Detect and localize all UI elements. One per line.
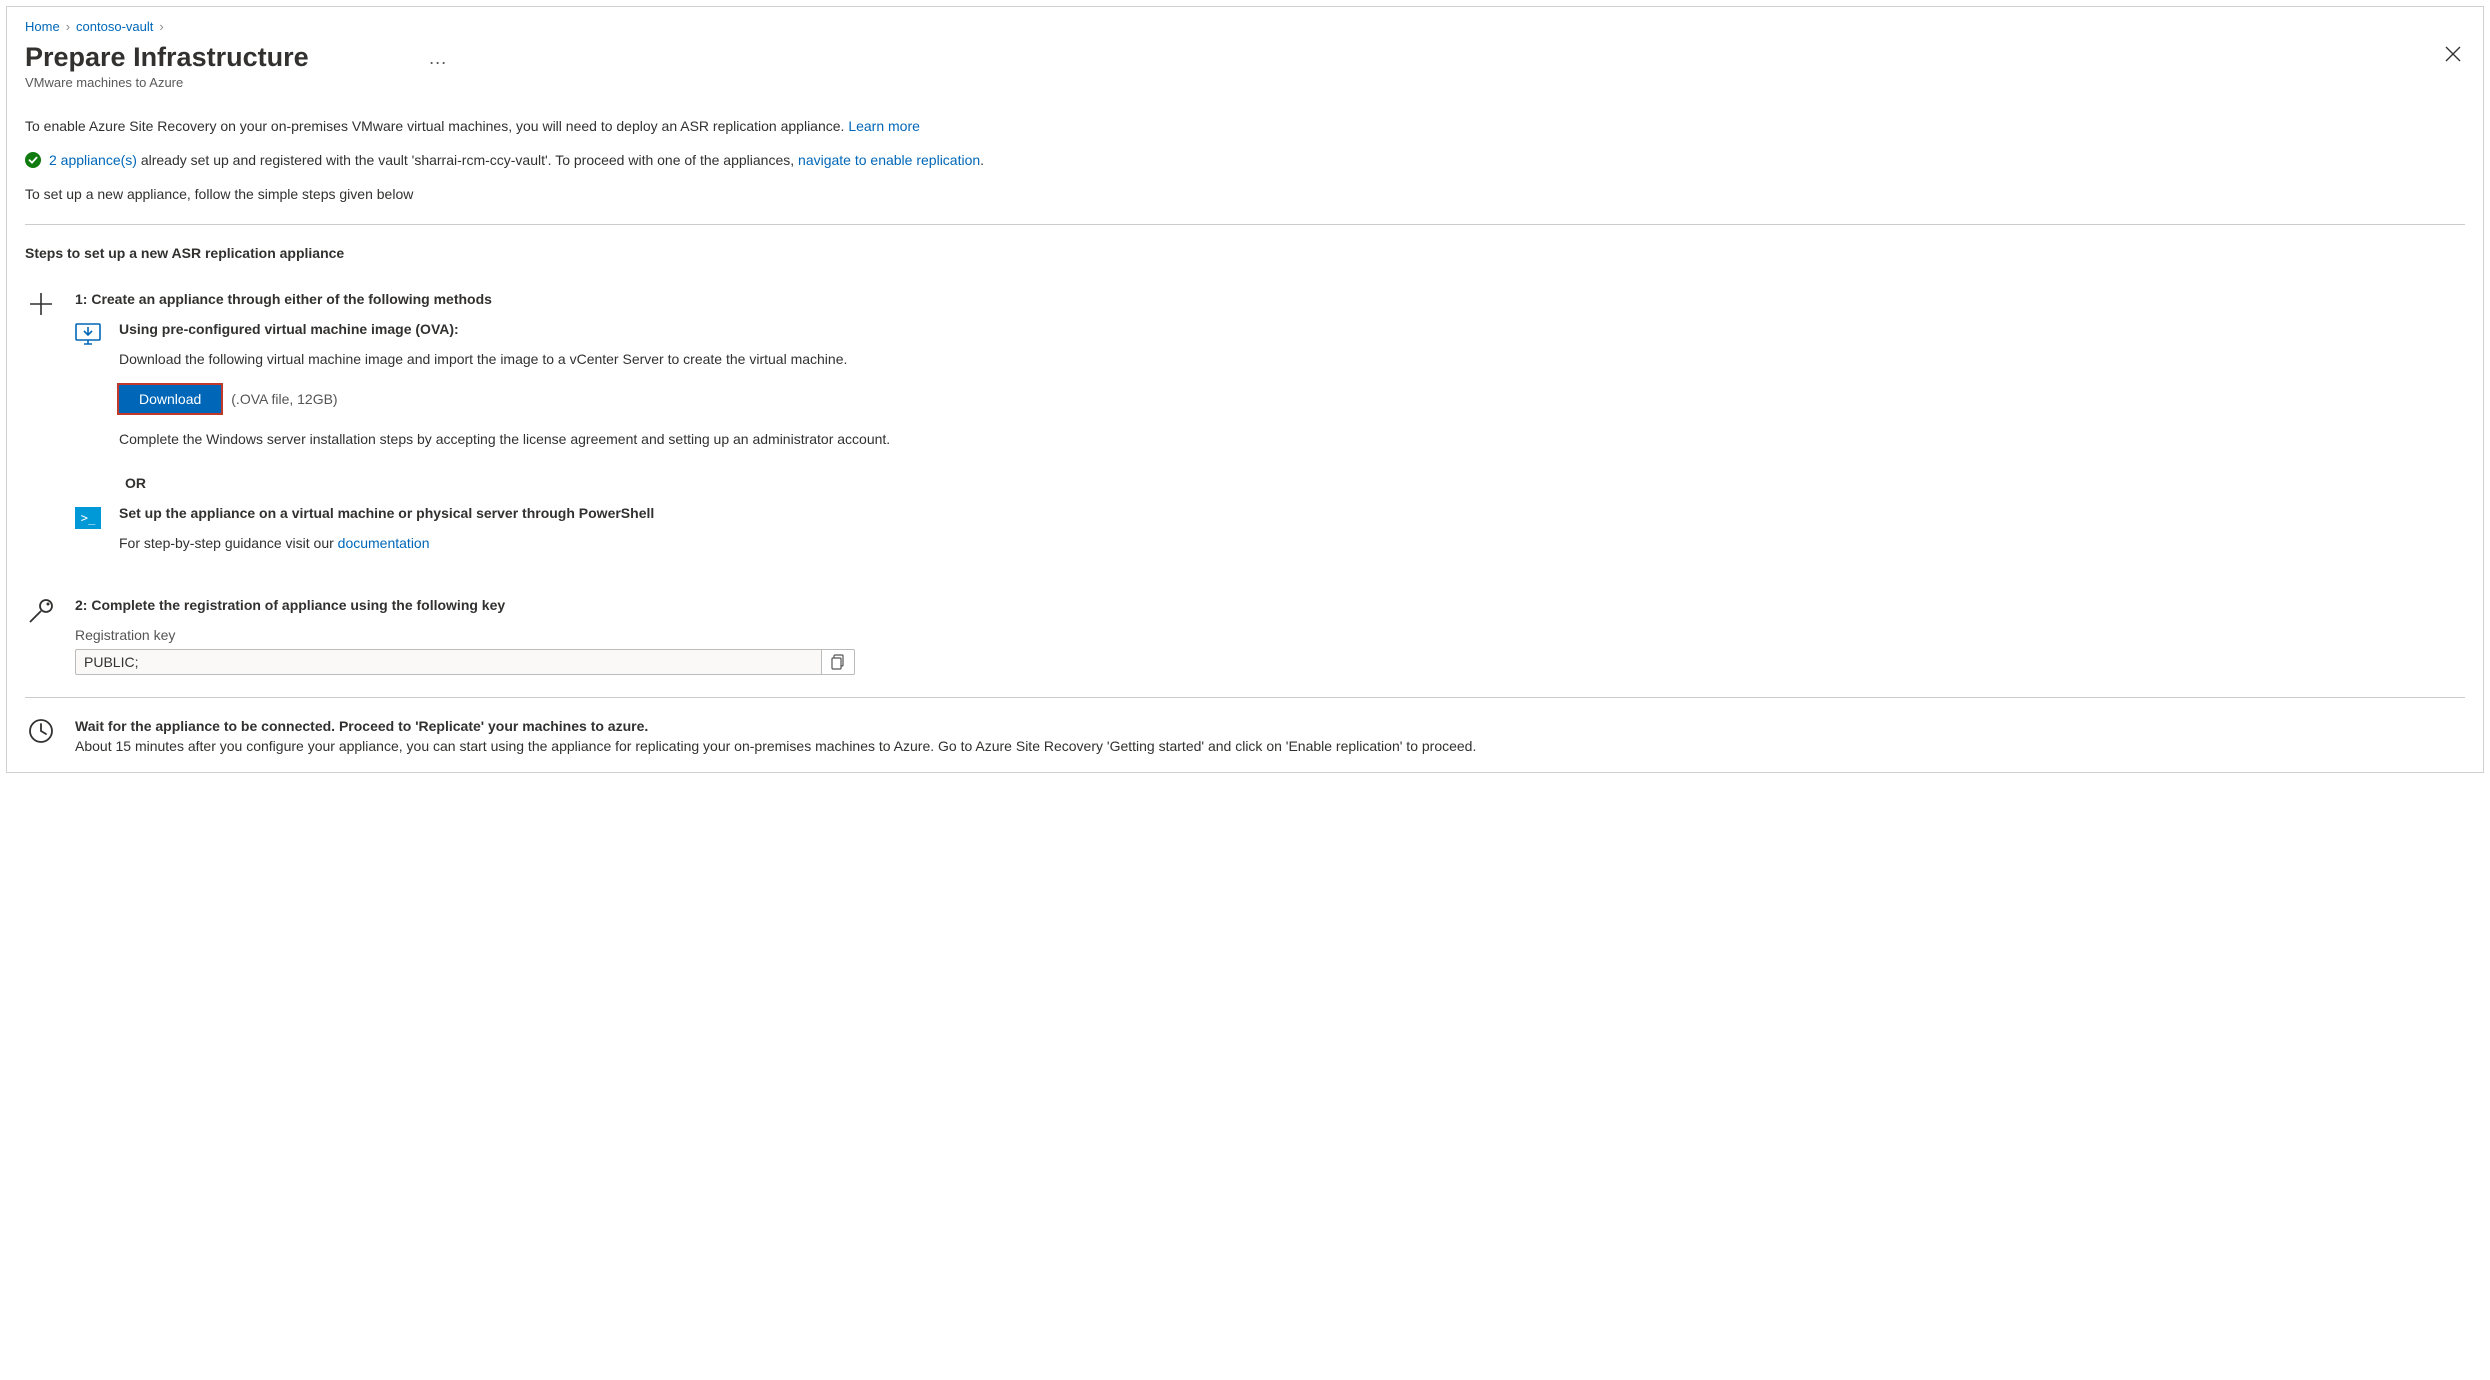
breadcrumb-home[interactable]: Home	[25, 19, 60, 34]
breadcrumb: Home › contoso-vault ›	[25, 19, 2465, 34]
documentation-link[interactable]: documentation	[338, 535, 430, 551]
add-icon	[25, 291, 57, 579]
divider	[25, 697, 2465, 698]
download-file-hint: (.OVA file, 12GB)	[231, 391, 337, 407]
learn-more-link[interactable]: Learn more	[848, 118, 920, 134]
page-subtitle: VMware machines to Azure	[25, 75, 309, 90]
setup-new-text: To set up a new appliance, follow the si…	[25, 186, 2465, 202]
enable-replication-link[interactable]: navigate to enable replication	[798, 152, 980, 168]
ova-method-desc: Download the following virtual machine i…	[119, 351, 2465, 367]
ova-method-title: Using pre-configured virtual machine ima…	[119, 321, 2465, 337]
step1-title: 1: Create an appliance through either of…	[75, 291, 2465, 307]
ps-method-title: Set up the appliance on a virtual machin…	[119, 505, 2465, 521]
registration-key-input[interactable]	[75, 649, 821, 675]
copy-icon	[831, 654, 845, 670]
breadcrumb-vault[interactable]: contoso-vault	[76, 19, 153, 34]
steps-header: Steps to set up a new ASR replication ap…	[25, 245, 2465, 261]
registration-key-label: Registration key	[75, 627, 2465, 643]
intro-text: To enable Azure Site Recovery on your on…	[25, 118, 844, 134]
close-icon[interactable]	[2441, 42, 2465, 70]
powershell-icon: >_	[75, 505, 103, 569]
clock-icon	[25, 718, 57, 754]
ova-complete-text: Complete the Windows server installation…	[119, 431, 2465, 447]
step2-title: 2: Complete the registration of applianc…	[75, 597, 2465, 613]
breadcrumb-sep: ›	[66, 19, 70, 34]
status-text: 2 appliance(s) already set up and regist…	[49, 152, 984, 168]
wait-desc: About 15 minutes after you configure you…	[75, 738, 2465, 754]
breadcrumb-sep: ›	[159, 19, 163, 34]
page-title: Prepare Infrastructure	[25, 42, 309, 73]
key-icon	[25, 597, 57, 675]
divider	[25, 224, 2465, 225]
download-button[interactable]: Download	[119, 385, 221, 413]
ova-monitor-icon	[75, 321, 103, 465]
or-label: OR	[125, 475, 2465, 491]
ps-method-desc: For step-by-step guidance visit our docu…	[119, 535, 2465, 551]
success-check-icon	[25, 152, 41, 168]
copy-button[interactable]	[821, 649, 855, 675]
wait-title: Wait for the appliance to be connected. …	[75, 718, 2465, 734]
more-menu-icon[interactable]: ···	[429, 52, 447, 73]
appliance-count-link[interactable]: 2 appliance(s)	[49, 152, 137, 168]
